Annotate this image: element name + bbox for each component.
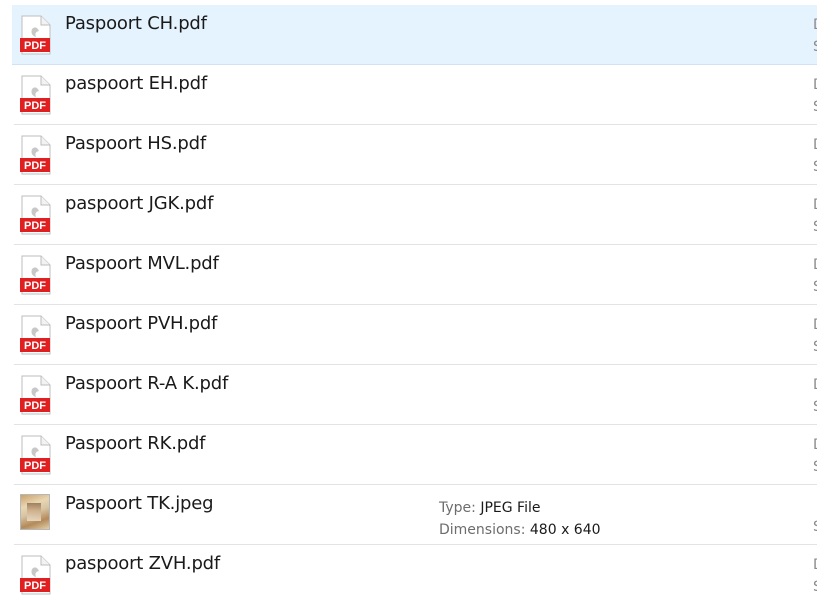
image-thumbnail-icon bbox=[20, 494, 50, 530]
file-type-line: Type: JPEG File bbox=[439, 497, 601, 519]
file-name: Paspoort PVH.pdf bbox=[65, 313, 218, 334]
details-cut-glyph: D bbox=[813, 437, 817, 453]
pdf-icon-label: PDF bbox=[24, 280, 46, 292]
type-value: JPEG File bbox=[480, 500, 541, 516]
file-row[interactable]: PDF Paspoort PVH.pdf D S bbox=[14, 305, 817, 365]
pdf-icon-label: PDF bbox=[24, 220, 46, 232]
pdf-file-icon: PDF bbox=[20, 315, 52, 355]
details-cut-glyph: D bbox=[813, 17, 817, 33]
pdf-icon-label: PDF bbox=[24, 460, 46, 472]
details-cut-glyph: S bbox=[813, 99, 817, 115]
file-name: Paspoort RK.pdf bbox=[65, 433, 206, 454]
file-name: paspoort ZVH.pdf bbox=[65, 553, 221, 574]
details-cut-glyph: D bbox=[813, 317, 817, 333]
pdf-file-icon: PDF bbox=[20, 15, 52, 55]
pdf-file-icon: PDF bbox=[20, 555, 52, 595]
pdf-icon-label: PDF bbox=[24, 400, 46, 412]
file-row[interactable]: PDF paspoort JGK.pdf D S bbox=[14, 185, 817, 245]
pdf-file-icon: PDF bbox=[20, 75, 52, 115]
details-cut-glyph: S bbox=[813, 219, 817, 235]
dimensions-line: Dimensions: 480 x 640 bbox=[439, 519, 601, 541]
file-list: PDF Paspoort CH.pdf D S PDF paspoort EH.… bbox=[0, 5, 817, 604]
type-label: Type: bbox=[439, 500, 476, 516]
file-details: Type: JPEG File Dimensions: 480 x 640 bbox=[439, 497, 601, 541]
details-cut-glyph: D bbox=[813, 137, 817, 153]
pdf-file-icon: PDF bbox=[20, 255, 52, 295]
details-cut-glyph: S bbox=[813, 279, 817, 295]
details-cut-glyph: S bbox=[813, 399, 817, 415]
pdf-file-icon: PDF bbox=[20, 435, 52, 475]
details-cut-glyph: S bbox=[813, 519, 817, 535]
details-cut-glyph: D bbox=[813, 557, 817, 573]
file-name: Paspoort TK.jpeg bbox=[65, 493, 214, 514]
file-name: Paspoort HS.pdf bbox=[65, 133, 206, 154]
details-cut-glyph: S bbox=[813, 159, 817, 175]
file-name: Paspoort R-A K.pdf bbox=[65, 373, 229, 394]
details-cut-glyph: D bbox=[813, 77, 817, 93]
details-cut-glyph: S bbox=[813, 39, 817, 55]
pdf-icon-label: PDF bbox=[24, 100, 46, 112]
file-name: paspoort JGK.pdf bbox=[65, 193, 214, 214]
pdf-icon-label: PDF bbox=[24, 580, 46, 592]
details-cut-glyph: S bbox=[813, 459, 817, 475]
pdf-icon-label: PDF bbox=[24, 160, 46, 172]
pdf-file-icon: PDF bbox=[20, 195, 52, 235]
details-cut-glyph: D bbox=[813, 377, 817, 393]
details-cut-glyph: S bbox=[813, 579, 817, 595]
file-row[interactable]: PDF Paspoort R-A K.pdf D S bbox=[14, 365, 817, 425]
file-row[interactable]: PDF Paspoort HS.pdf D S bbox=[14, 125, 817, 185]
file-name: Paspoort CH.pdf bbox=[65, 13, 207, 34]
details-cut-glyph: S bbox=[813, 339, 817, 355]
dimensions-label: Dimensions: bbox=[439, 522, 526, 538]
file-row[interactable]: PDF Paspoort RK.pdf D S bbox=[14, 425, 817, 485]
pdf-file-icon: PDF bbox=[20, 375, 52, 415]
file-row[interactable]: Paspoort TK.jpeg Type: JPEG File Dimensi… bbox=[14, 485, 817, 545]
dimensions-value: 480 x 640 bbox=[529, 522, 601, 538]
file-row[interactable]: PDF paspoort EH.pdf D S bbox=[14, 65, 817, 125]
pdf-icon-label: PDF bbox=[24, 40, 46, 52]
details-cut-glyph: D bbox=[813, 257, 817, 273]
file-row[interactable]: PDF Paspoort MVL.pdf D S bbox=[14, 245, 817, 305]
pdf-file-icon: PDF bbox=[20, 135, 52, 175]
pdf-icon-label: PDF bbox=[24, 340, 46, 352]
file-name: paspoort EH.pdf bbox=[65, 73, 207, 94]
file-row[interactable]: PDF Paspoort CH.pdf D S bbox=[12, 5, 817, 65]
file-name: Paspoort MVL.pdf bbox=[65, 253, 219, 274]
details-cut-glyph: D bbox=[813, 197, 817, 213]
file-row[interactable]: PDF paspoort ZVH.pdf D S bbox=[14, 545, 817, 605]
